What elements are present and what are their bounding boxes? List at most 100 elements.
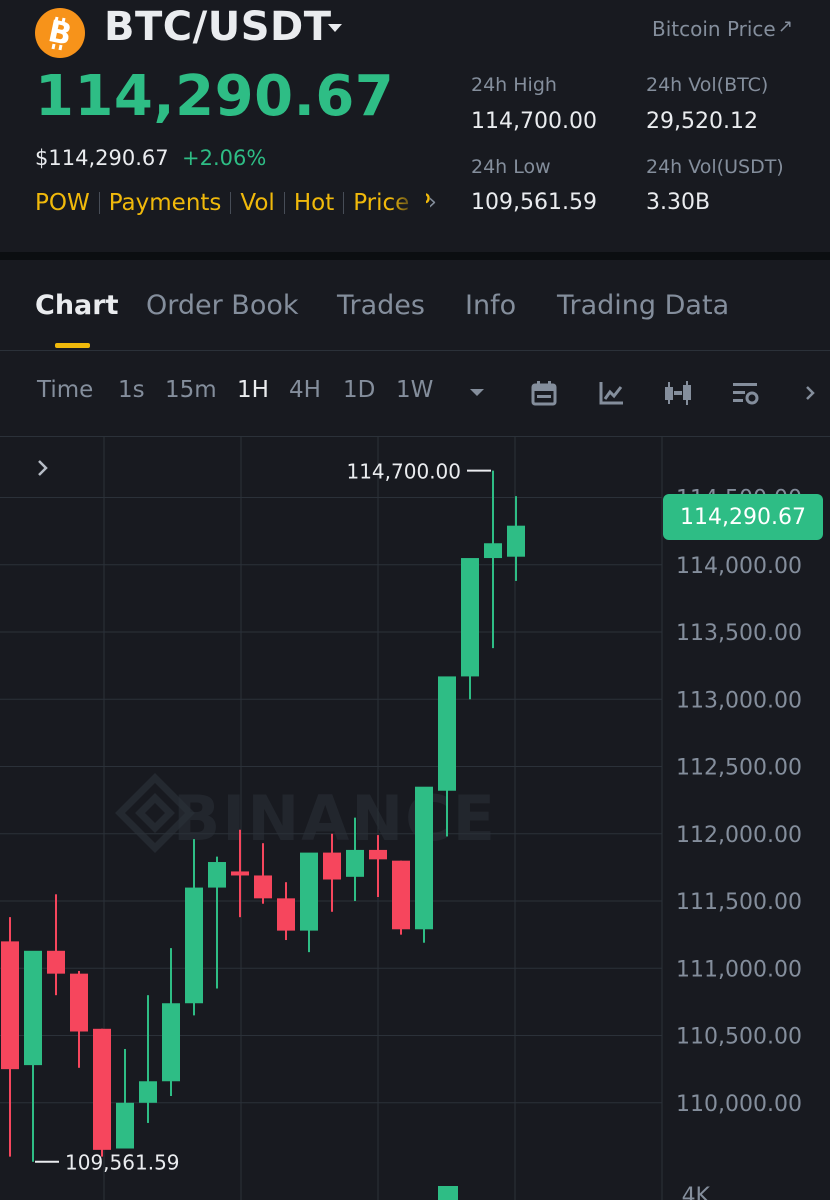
candle-body — [93, 1028, 111, 1150]
tab-trades[interactable]: Trades — [337, 290, 425, 321]
candle-body — [300, 852, 318, 931]
candle-body — [185, 887, 203, 1004]
interval-1d[interactable]: 1D — [343, 377, 375, 403]
candle-body — [323, 852, 341, 880]
candle-body — [438, 676, 456, 791]
candle — [47, 894, 65, 996]
candle-body — [139, 1081, 157, 1103]
candle-body — [70, 973, 88, 1032]
tab-order-book[interactable]: Order Book — [146, 290, 299, 321]
y-tick-label: 111,000.00 — [676, 957, 802, 982]
tag-separator — [230, 192, 232, 214]
tags-more-arrow-icon[interactable]: › — [428, 190, 437, 215]
price-axis: 114,500.00114,000.00113,500.00113,000.00… — [676, 487, 802, 1117]
candle — [300, 852, 318, 953]
candle — [70, 970, 88, 1068]
tag-hot[interactable]: Hot — [294, 190, 334, 216]
chart-settings-icon[interactable] — [730, 378, 760, 408]
interval-time[interactable]: Time — [37, 377, 93, 403]
tab-trading-data[interactable]: Trading Data — [557, 290, 729, 321]
candle — [162, 948, 180, 1097]
interval-1h[interactable]: 1H — [237, 377, 269, 403]
price-change-percent: +2.06% — [182, 146, 267, 170]
interval-4h[interactable]: 4H — [289, 377, 321, 403]
usd-price: $114,290.67 — [35, 146, 169, 170]
y-tick-label: 113,500.00 — [676, 621, 802, 646]
candle — [392, 860, 410, 935]
bitcoin-logo-icon: B — [35, 8, 85, 58]
bitcoin-price-link[interactable]: Bitcoin Price — [652, 17, 776, 41]
vol-usdt-value: 3.30B — [646, 190, 711, 215]
last-price-badge: 114,290.67 — [663, 494, 823, 540]
pair-dropdown-caret-icon[interactable] — [328, 24, 342, 32]
y-tick-label: 112,500.00 — [676, 756, 802, 781]
candle — [116, 1048, 134, 1149]
tag-pow[interactable]: POW — [35, 190, 90, 216]
candle — [415, 786, 433, 943]
candle — [93, 1028, 111, 1157]
tab-info[interactable]: Info — [465, 290, 516, 321]
y-tick-label: 110,500.00 — [676, 1025, 802, 1050]
candle-body — [461, 558, 479, 677]
tag-separator — [98, 192, 100, 214]
tags-fade-overlay — [392, 186, 426, 222]
candle-body — [254, 875, 272, 899]
tag-payments[interactable]: Payments — [109, 190, 222, 216]
candle-body — [208, 862, 226, 888]
more-icon[interactable] — [800, 378, 820, 408]
high-marker-label: 114,700.00 — [346, 460, 461, 484]
y-tick-label: 111,500.00 — [676, 890, 802, 915]
active-tab-indicator — [55, 343, 90, 348]
binance-watermark: BINANCE — [173, 782, 497, 855]
candle-body — [116, 1102, 134, 1149]
low-marker-label: 109,561.59 — [65, 1151, 180, 1175]
section-divider — [0, 252, 830, 260]
y-tick-label: 113,000.00 — [676, 688, 802, 713]
y-tick-label: 110,000.00 — [676, 1092, 802, 1117]
vol-btc-label: 24h Vol(BTC) — [646, 74, 769, 96]
candle — [507, 496, 525, 581]
interval-15m[interactable]: 15m — [165, 377, 217, 403]
candle — [461, 558, 479, 700]
candle — [1, 917, 19, 1157]
candle — [24, 950, 42, 1162]
volume-axis-label: 4K — [682, 1184, 711, 1200]
candle-body — [369, 849, 387, 860]
candle-body — [1, 941, 19, 1070]
candle-body — [392, 860, 410, 930]
volume-layer: 4K — [438, 1184, 711, 1200]
tag-separator — [343, 192, 345, 214]
low-label: 24h Low — [471, 156, 551, 178]
indicator-icon[interactable] — [596, 378, 626, 408]
candle — [139, 995, 157, 1123]
tab-chart[interactable]: Chart — [35, 290, 118, 321]
tabs-divider — [0, 350, 830, 351]
interval-1w[interactable]: 1W — [396, 377, 433, 403]
high-value: 114,700.00 — [471, 109, 597, 134]
trading-pair-selector[interactable]: BTC/USDT — [104, 4, 332, 50]
expand-panel-icon[interactable] — [36, 455, 50, 485]
low-value: 109,561.59 — [471, 190, 597, 215]
y-tick-label: 114,000.00 — [676, 554, 802, 579]
candle-body — [507, 525, 525, 557]
candle-body — [484, 543, 502, 559]
y-tick-label: 112,000.00 — [676, 823, 802, 848]
interval-dropdown-icon[interactable] — [462, 378, 492, 408]
interval-1s[interactable]: 1s — [118, 377, 145, 403]
tag-list: POW Payments Vol Hot Price P — [35, 190, 431, 216]
candle — [185, 839, 203, 1016]
candle-body — [231, 871, 249, 876]
candle-body — [346, 849, 364, 877]
external-link-icon[interactable]: ↗ — [778, 16, 793, 37]
vol-btc-value: 29,520.12 — [646, 109, 758, 134]
calendar-icon[interactable] — [529, 378, 559, 408]
volume-bar — [438, 1186, 458, 1200]
tag-vol[interactable]: Vol — [240, 190, 274, 216]
candle — [277, 882, 295, 941]
candle-body — [24, 950, 42, 1066]
candlestick-chart[interactable]: BINANCE 114,500.00114,000.00113,500.0011… — [0, 437, 830, 1200]
candlestick-icon[interactable] — [663, 378, 693, 408]
high-label: 24h High — [471, 74, 557, 96]
candle-body — [415, 786, 433, 930]
candle-body — [277, 898, 295, 931]
